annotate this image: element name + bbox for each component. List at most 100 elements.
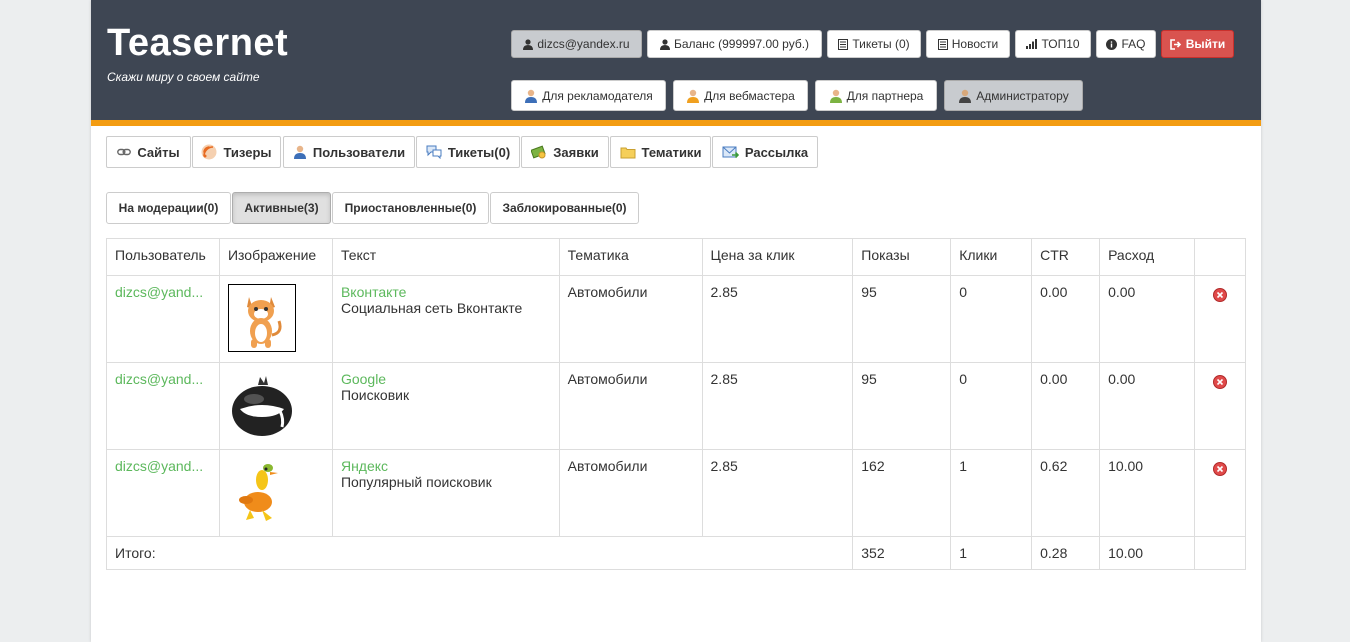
- table-row: dizcs@yand...: [106, 449, 1247, 537]
- logo[interactable]: Teasernet: [107, 22, 288, 65]
- advertiser-label: Для рекламодателя: [542, 88, 653, 103]
- user-link[interactable]: dizcs@yand...: [115, 284, 203, 300]
- top10-button[interactable]: ТОП10: [1015, 30, 1091, 58]
- subtab-active[interactable]: Активные(3): [232, 192, 331, 224]
- top10-label: ТОП10: [1041, 37, 1080, 51]
- teaser-title-link[interactable]: Вконтакте: [341, 284, 551, 300]
- teasers-table: Пользователь Изображение Текст Тематика …: [105, 238, 1247, 570]
- admin-button[interactable]: Администратору: [944, 80, 1083, 111]
- info-icon: [1106, 38, 1118, 50]
- chat-icon: [426, 145, 442, 159]
- news-label: Новости: [951, 37, 999, 51]
- logout-icon: [1169, 38, 1182, 50]
- header-price: Цена за клик: [701, 238, 854, 276]
- header-user: Пользователь: [106, 238, 220, 276]
- logout-button[interactable]: Выйти: [1161, 30, 1234, 58]
- logout-label: Выйти: [1185, 37, 1226, 51]
- mail-icon: [722, 145, 739, 159]
- total-clicks: 1: [950, 536, 1033, 570]
- balance-label: Баланс (999997.00 руб.): [673, 37, 810, 51]
- teaser-description: Поисковик: [340, 387, 410, 403]
- clicks-cell: 1: [950, 449, 1033, 537]
- total-cost: 10.00: [1099, 536, 1195, 570]
- subtab-moderation[interactable]: На модерации(0): [106, 192, 231, 224]
- tab-sites[interactable]: Сайты: [106, 136, 191, 168]
- teaser-description: Социальная сеть Вконтакте: [340, 300, 523, 316]
- partner-button[interactable]: Для партнера: [815, 80, 937, 111]
- topic-cell: Автомобили: [558, 449, 703, 537]
- user-link[interactable]: dizcs@yand...: [115, 371, 203, 387]
- signal-icon: [1026, 39, 1038, 49]
- delete-icon[interactable]: [1212, 288, 1227, 302]
- faq-button[interactable]: FAQ: [1096, 30, 1156, 58]
- tickets-label: Тикеты (0): [852, 37, 910, 51]
- tab-users-label: Пользователи: [312, 144, 406, 160]
- topic-cell: Автомобили: [558, 275, 703, 363]
- tab-requests-label: Заявки: [553, 144, 599, 160]
- header-cost: Расход: [1099, 238, 1195, 276]
- news-button[interactable]: Новости: [926, 30, 1010, 58]
- total-shows: 352: [852, 536, 952, 570]
- delete-icon[interactable]: [1212, 462, 1227, 476]
- tab-teasers-label: Тизеры: [223, 144, 272, 160]
- kitten-image: [227, 284, 296, 352]
- table-header-row: Пользователь Изображение Текст Тематика …: [106, 238, 1247, 276]
- shows-cell: 162: [852, 449, 952, 537]
- user-email-label: dizcs@yandex.ru: [537, 37, 630, 51]
- header-text: Текст: [331, 238, 560, 276]
- folder-icon: [620, 146, 636, 159]
- tab-topics[interactable]: Тематики: [610, 136, 711, 168]
- table-row: dizcs@yand...: [106, 275, 1247, 363]
- tab-users[interactable]: Пользователи: [283, 136, 415, 168]
- ctr-cell: 0.00: [1031, 275, 1101, 363]
- balance-button[interactable]: Баланс (999997.00 руб.): [647, 30, 822, 58]
- header-image: Изображение: [218, 238, 333, 276]
- teaser-title-link[interactable]: Google: [341, 371, 551, 387]
- tab-teasers[interactable]: Тизеры: [192, 136, 281, 168]
- cost-cell: 10.00: [1099, 449, 1195, 537]
- delete-icon[interactable]: [1212, 375, 1227, 389]
- person-blue-icon: [524, 89, 538, 103]
- teaser-title-link[interactable]: Яндекс: [341, 458, 551, 474]
- shows-cell: 95: [852, 275, 952, 363]
- price-cell: 2.85: [701, 362, 854, 450]
- user-link[interactable]: dizcs@yand...: [115, 458, 203, 474]
- page-container: Teasernet Скажи миру о своем сайте dizcs…: [91, 0, 1261, 642]
- tab-tickets[interactable]: Тикеты(0): [416, 136, 520, 168]
- person-orange-icon: [686, 89, 700, 103]
- subtab-blocked[interactable]: Заблокированные(0): [490, 192, 639, 224]
- advertiser-button[interactable]: Для рекламодателя: [511, 80, 666, 111]
- person-green-icon: [829, 89, 843, 103]
- tab-tickets-label: Тикеты(0): [447, 144, 511, 160]
- link-icon: [117, 147, 132, 157]
- partner-label: Для партнера: [846, 88, 924, 103]
- tab-requests[interactable]: Заявки: [521, 136, 609, 168]
- total-label: Итого:: [105, 536, 854, 570]
- header-actions: [1193, 238, 1247, 276]
- slogan: Скажи миру о своем сайте: [107, 70, 260, 84]
- clicks-cell: 0: [950, 362, 1033, 450]
- tab-mailing-label: Рассылка: [744, 144, 809, 160]
- duck-image: [228, 458, 296, 526]
- tickets-button[interactable]: Тикеты (0): [827, 30, 921, 58]
- clicks-cell: 0: [950, 275, 1033, 363]
- teaser-description: Популярный поисковик: [340, 474, 492, 490]
- person-dark-icon: [958, 89, 972, 103]
- tab-topics-label: Тематики: [641, 144, 702, 160]
- header-topic: Тематика: [558, 238, 703, 276]
- ctr-cell: 0.62: [1031, 449, 1101, 537]
- tab-mailing[interactable]: Рассылка: [712, 136, 818, 168]
- webmaster-button[interactable]: Для вебмастера: [673, 80, 808, 111]
- faq-label: FAQ: [1121, 37, 1146, 51]
- header-clicks: Клики: [950, 238, 1033, 276]
- shows-cell: 95: [852, 362, 952, 450]
- total-row: Итого: 352 1 0.28 10.00: [105, 536, 1247, 570]
- subtab-paused[interactable]: Приостановленные(0): [332, 192, 489, 224]
- ctr-cell: 0.00: [1031, 362, 1101, 450]
- rss-icon: [201, 144, 217, 160]
- user-email-button[interactable]: dizcs@yandex.ru: [511, 30, 642, 58]
- price-cell: 2.85: [701, 275, 854, 363]
- header-shows: Показы: [852, 238, 952, 276]
- user-icon: [659, 38, 670, 50]
- person-blue-icon: [293, 145, 307, 159]
